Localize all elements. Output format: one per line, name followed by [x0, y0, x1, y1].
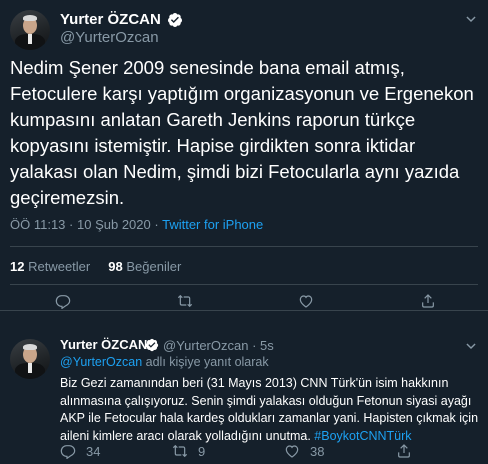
- divider: [10, 246, 478, 247]
- retweet-icon: [172, 444, 188, 458]
- tweet-line: yalakası olan Nedim, şimdi bizi Fetocula…: [10, 161, 460, 182]
- tweet-date[interactable]: 10 Şub 2020: [77, 217, 151, 232]
- avatar[interactable]: [10, 339, 50, 379]
- main-tweet: Yurter ÖZCAN @YurterOzcan Nedim Şener 20…: [0, 0, 488, 311]
- like-count: 38: [310, 443, 325, 459]
- tweet-action-bar: [0, 292, 488, 310]
- reply-icon[interactable]: [55, 293, 71, 309]
- replying-label: adlı kişiye yanıt olarak: [142, 355, 269, 369]
- share-icon: [398, 444, 410, 458]
- chevron-down-icon[interactable]: [464, 339, 478, 353]
- tweet-time[interactable]: ÖÖ 11:13: [10, 217, 65, 232]
- reply-header: Yurter ÖZCAN: [60, 337, 147, 352]
- reply-text: Biz Gezi zamanından beri (31 Mayıs 2013)…: [60, 375, 480, 445]
- meta-separator: ·: [154, 217, 159, 232]
- reply-body: Biz Gezi zamanından beri (31 Mayıs 2013)…: [60, 376, 479, 443]
- tweet-line: Fetoculere karşı yaptığım organizasyonun…: [10, 83, 474, 104]
- tweet-meta: ÖÖ 11:13 · 10 Şub 2020 · Twitter for iPh…: [10, 217, 263, 232]
- hashtag-link[interactable]: #BoykotCNNTürk: [314, 429, 411, 443]
- chevron-down-icon[interactable]: [464, 12, 478, 26]
- tweet-line: kumpasını anlatan Gareth Jenkins raporun…: [10, 109, 416, 130]
- like-button[interactable]: 38: [284, 443, 324, 459]
- verified-badge-icon: [145, 338, 159, 352]
- author-handle[interactable]: @YurterOzcan: [60, 29, 159, 46]
- reply-count: 34: [86, 443, 101, 459]
- share-button[interactable]: [396, 443, 412, 459]
- tweet-line: geçiremezsin.: [10, 187, 125, 208]
- retweets-link[interactable]: 12 Retweetler: [10, 259, 90, 274]
- retweet-count: 9: [198, 443, 206, 459]
- reply-age[interactable]: 5s: [260, 338, 274, 353]
- replying-to: @YurterOzcan adlı kişiye yanıt olarak: [60, 355, 269, 369]
- tweet-line: kopyasını istemiştir. Hapise girdikten s…: [10, 135, 416, 156]
- reply-button[interactable]: 34: [60, 443, 100, 459]
- likes-link[interactable]: 98 Beğeniler: [108, 259, 181, 274]
- reply-action-bar: 34 9 38: [60, 443, 480, 461]
- author-name[interactable]: Yurter ÖZCAN: [60, 11, 161, 28]
- tweet-stats: 12 Retweetler 98 Beğeniler: [10, 259, 181, 274]
- retweet-button[interactable]: 9: [172, 443, 205, 459]
- reply-meta: @YurterOzcan · 5s: [163, 338, 274, 353]
- like-icon: [285, 445, 299, 458]
- verified-badge-icon: [167, 13, 182, 27]
- meta-separator: ·: [69, 217, 74, 232]
- retweet-icon[interactable]: [177, 293, 193, 309]
- author-handle[interactable]: @YurterOzcan: [163, 338, 248, 353]
- mention-link[interactable]: @YurterOzcan: [60, 355, 142, 369]
- tweet-text: Nedim Şener 2009 senesinde bana email at…: [10, 55, 480, 211]
- tweet-line: Nedim Şener 2009 senesinde bana email at…: [10, 57, 405, 78]
- avatar[interactable]: [10, 10, 50, 50]
- share-icon[interactable]: [420, 293, 436, 309]
- reply-icon: [60, 445, 76, 459]
- author-name[interactable]: Yurter ÖZCAN: [60, 337, 147, 352]
- divider: [10, 284, 478, 285]
- meta-separator: ·: [252, 338, 257, 353]
- like-icon[interactable]: [298, 293, 314, 309]
- tweet-source-link[interactable]: Twitter for iPhone: [162, 217, 263, 232]
